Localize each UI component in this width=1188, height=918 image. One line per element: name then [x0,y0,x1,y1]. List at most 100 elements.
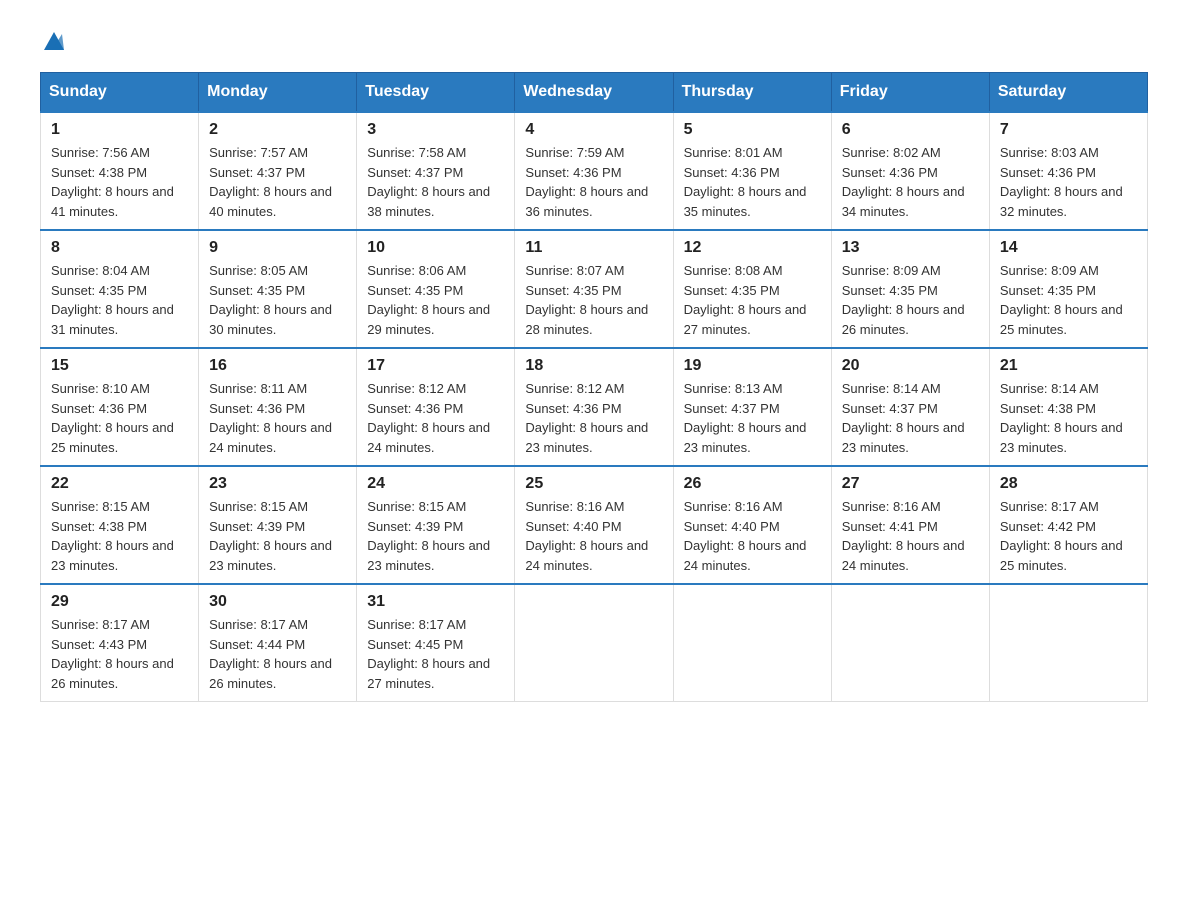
day-info: Sunrise: 8:17 AMSunset: 4:43 PMDaylight:… [51,615,188,693]
header-tuesday: Tuesday [357,73,515,113]
day-number: 17 [367,357,504,375]
day-number: 15 [51,357,188,375]
header-wednesday: Wednesday [515,73,673,113]
calendar-cell: 21 Sunrise: 8:14 AMSunset: 4:38 PMDaylig… [989,348,1147,466]
day-info: Sunrise: 8:12 AMSunset: 4:36 PMDaylight:… [525,379,662,457]
day-number: 1 [51,121,188,139]
calendar-cell: 15 Sunrise: 8:10 AMSunset: 4:36 PMDaylig… [41,348,199,466]
day-info: Sunrise: 8:07 AMSunset: 4:35 PMDaylight:… [525,261,662,339]
day-info: Sunrise: 8:01 AMSunset: 4:36 PMDaylight:… [684,143,821,221]
day-info: Sunrise: 8:06 AMSunset: 4:35 PMDaylight:… [367,261,504,339]
day-info: Sunrise: 7:56 AMSunset: 4:38 PMDaylight:… [51,143,188,221]
day-number: 25 [525,475,662,493]
day-info: Sunrise: 8:17 AMSunset: 4:44 PMDaylight:… [209,615,346,693]
day-info: Sunrise: 8:15 AMSunset: 4:39 PMDaylight:… [367,497,504,575]
day-number: 16 [209,357,346,375]
day-number: 12 [684,239,821,257]
header-thursday: Thursday [673,73,831,113]
calendar-cell: 5 Sunrise: 8:01 AMSunset: 4:36 PMDayligh… [673,112,831,230]
day-number: 28 [1000,475,1137,493]
day-info: Sunrise: 8:09 AMSunset: 4:35 PMDaylight:… [842,261,979,339]
page-header [40,30,1148,52]
day-number: 24 [367,475,504,493]
day-info: Sunrise: 7:58 AMSunset: 4:37 PMDaylight:… [367,143,504,221]
day-info: Sunrise: 7:57 AMSunset: 4:37 PMDaylight:… [209,143,346,221]
day-info: Sunrise: 8:11 AMSunset: 4:36 PMDaylight:… [209,379,346,457]
calendar-cell: 7 Sunrise: 8:03 AMSunset: 4:36 PMDayligh… [989,112,1147,230]
day-number: 27 [842,475,979,493]
calendar-cell: 16 Sunrise: 8:11 AMSunset: 4:36 PMDaylig… [199,348,357,466]
day-number: 21 [1000,357,1137,375]
week-row-1: 1 Sunrise: 7:56 AMSunset: 4:38 PMDayligh… [41,112,1148,230]
header-friday: Friday [831,73,989,113]
calendar-cell [673,584,831,702]
calendar-cell: 28 Sunrise: 8:17 AMSunset: 4:42 PMDaylig… [989,466,1147,584]
calendar-cell: 9 Sunrise: 8:05 AMSunset: 4:35 PMDayligh… [199,230,357,348]
day-info: Sunrise: 8:05 AMSunset: 4:35 PMDaylight:… [209,261,346,339]
calendar-cell: 2 Sunrise: 7:57 AMSunset: 4:37 PMDayligh… [199,112,357,230]
day-number: 2 [209,121,346,139]
day-number: 14 [1000,239,1137,257]
calendar-cell: 3 Sunrise: 7:58 AMSunset: 4:37 PMDayligh… [357,112,515,230]
week-row-3: 15 Sunrise: 8:10 AMSunset: 4:36 PMDaylig… [41,348,1148,466]
calendar-cell [831,584,989,702]
day-info: Sunrise: 8:09 AMSunset: 4:35 PMDaylight:… [1000,261,1137,339]
week-row-4: 22 Sunrise: 8:15 AMSunset: 4:38 PMDaylig… [41,466,1148,584]
calendar-cell: 20 Sunrise: 8:14 AMSunset: 4:37 PMDaylig… [831,348,989,466]
day-info: Sunrise: 8:15 AMSunset: 4:39 PMDaylight:… [209,497,346,575]
day-number: 18 [525,357,662,375]
day-number: 11 [525,239,662,257]
day-info: Sunrise: 8:16 AMSunset: 4:40 PMDaylight:… [684,497,821,575]
calendar-cell: 22 Sunrise: 8:15 AMSunset: 4:38 PMDaylig… [41,466,199,584]
day-info: Sunrise: 8:08 AMSunset: 4:35 PMDaylight:… [684,261,821,339]
day-info: Sunrise: 8:17 AMSunset: 4:45 PMDaylight:… [367,615,504,693]
header-saturday: Saturday [989,73,1147,113]
day-number: 8 [51,239,188,257]
header-sunday: Sunday [41,73,199,113]
calendar-cell: 24 Sunrise: 8:15 AMSunset: 4:39 PMDaylig… [357,466,515,584]
day-number: 6 [842,121,979,139]
day-number: 7 [1000,121,1137,139]
day-number: 19 [684,357,821,375]
day-info: Sunrise: 8:14 AMSunset: 4:38 PMDaylight:… [1000,379,1137,457]
calendar-cell: 10 Sunrise: 8:06 AMSunset: 4:35 PMDaylig… [357,230,515,348]
header-monday: Monday [199,73,357,113]
day-number: 26 [684,475,821,493]
calendar-table: SundayMondayTuesdayWednesdayThursdayFrid… [40,72,1148,702]
day-info: Sunrise: 8:15 AMSunset: 4:38 PMDaylight:… [51,497,188,575]
day-number: 13 [842,239,979,257]
day-number: 20 [842,357,979,375]
day-number: 29 [51,593,188,611]
day-number: 3 [367,121,504,139]
day-number: 4 [525,121,662,139]
logo-triangle-icon [42,30,64,52]
day-info: Sunrise: 8:04 AMSunset: 4:35 PMDaylight:… [51,261,188,339]
day-info: Sunrise: 8:16 AMSunset: 4:41 PMDaylight:… [842,497,979,575]
calendar-cell: 8 Sunrise: 8:04 AMSunset: 4:35 PMDayligh… [41,230,199,348]
calendar-cell: 13 Sunrise: 8:09 AMSunset: 4:35 PMDaylig… [831,230,989,348]
week-row-2: 8 Sunrise: 8:04 AMSunset: 4:35 PMDayligh… [41,230,1148,348]
calendar-cell: 30 Sunrise: 8:17 AMSunset: 4:44 PMDaylig… [199,584,357,702]
calendar-cell: 6 Sunrise: 8:02 AMSunset: 4:36 PMDayligh… [831,112,989,230]
day-number: 9 [209,239,346,257]
calendar-cell: 1 Sunrise: 7:56 AMSunset: 4:38 PMDayligh… [41,112,199,230]
day-number: 31 [367,593,504,611]
calendar-cell: 31 Sunrise: 8:17 AMSunset: 4:45 PMDaylig… [357,584,515,702]
calendar-cell: 12 Sunrise: 8:08 AMSunset: 4:35 PMDaylig… [673,230,831,348]
calendar-cell: 11 Sunrise: 8:07 AMSunset: 4:35 PMDaylig… [515,230,673,348]
calendar-cell: 17 Sunrise: 8:12 AMSunset: 4:36 PMDaylig… [357,348,515,466]
calendar-header-row: SundayMondayTuesdayWednesdayThursdayFrid… [41,73,1148,113]
day-info: Sunrise: 8:10 AMSunset: 4:36 PMDaylight:… [51,379,188,457]
day-number: 23 [209,475,346,493]
day-info: Sunrise: 8:03 AMSunset: 4:36 PMDaylight:… [1000,143,1137,221]
calendar-cell: 14 Sunrise: 8:09 AMSunset: 4:35 PMDaylig… [989,230,1147,348]
day-info: Sunrise: 8:16 AMSunset: 4:40 PMDaylight:… [525,497,662,575]
calendar-cell: 19 Sunrise: 8:13 AMSunset: 4:37 PMDaylig… [673,348,831,466]
day-info: Sunrise: 8:13 AMSunset: 4:37 PMDaylight:… [684,379,821,457]
logo [40,30,66,52]
calendar-cell [515,584,673,702]
week-row-5: 29 Sunrise: 8:17 AMSunset: 4:43 PMDaylig… [41,584,1148,702]
day-info: Sunrise: 8:12 AMSunset: 4:36 PMDaylight:… [367,379,504,457]
day-number: 22 [51,475,188,493]
day-number: 30 [209,593,346,611]
